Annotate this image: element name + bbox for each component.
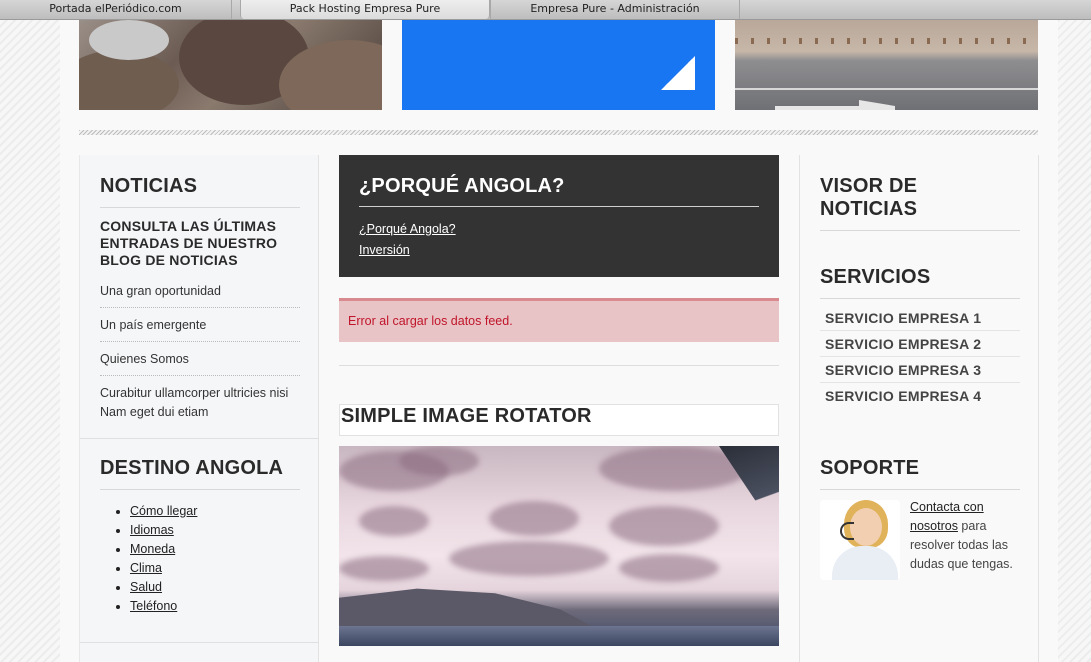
destino-title: DESTINO ANGOLA [100,457,300,490]
banner-image-rocks[interactable] [79,20,382,110]
rotator-header: SIMPLE IMAGE ROTATOR [339,404,779,436]
porque-angola-widget: ¿PORQUÉ ANGOLA? ¿Porqué Angola? Inversió… [339,155,779,277]
angola-link-porque[interactable]: ¿Porqué Angola? [359,219,759,240]
soporte-widget: SOPORTE Contacta con nosotros para resol… [820,457,1020,588]
destino-link-como-llegar[interactable]: Cómo llegar [130,504,197,518]
feed-error-message: Error al cargar los datos feed. [339,298,779,342]
divider [80,642,319,643]
list-item[interactable]: Curabitur ullamcorper ultricies nisi Nam… [100,376,300,428]
corner-arrow-icon [661,56,695,90]
browser-tab-pack-hosting[interactable]: Pack Hosting Empresa Pure [240,0,490,19]
visor-widget: VISOR DE NOTICIAS [820,175,1020,231]
browser-tab-administracion[interactable]: Empresa Pure - Administración [490,0,740,19]
servicios-list: SERVICIO EMPRESA 1 SERVICIO EMPRESA 2 SE… [820,305,1020,408]
destino-widget: DESTINO ANGOLA Cómo llegar Idiomas Moned… [100,457,300,616]
angola-title: ¿PORQUÉ ANGOLA? [359,175,759,207]
left-sidebar: NOTICIAS CONSULTA LAS ÚLTIMAS ENTRADAS D… [79,155,319,662]
list-item[interactable]: Una gran oportunidad [100,274,300,308]
divider [80,438,319,439]
coast-shape [339,588,599,630]
list-item[interactable]: Quienes Somos [100,342,300,376]
servicio-item-3[interactable]: SERVICIO EMPRESA 3 [820,357,1020,383]
servicio-item-4[interactable]: SERVICIO EMPRESA 4 [820,383,1020,408]
destino-list: Cómo llegar Idiomas Moneda Clima Salud T… [100,502,300,616]
destino-link-salud[interactable]: Salud [130,580,162,594]
servicios-title: SERVICIOS [820,266,1020,299]
browser-tab-portada[interactable]: Portada elPeriódico.com [0,0,232,19]
visor-title: VISOR DE NOTICIAS [820,175,1020,231]
sea-shape [339,626,779,646]
list-item: Moneda [130,540,300,559]
destino-link-moneda[interactable]: Moneda [130,542,175,556]
servicios-widget: SERVICIOS SERVICIO EMPRESA 1 SERVICIO EM… [820,266,1020,408]
destino-link-idiomas[interactable]: Idiomas [130,523,174,537]
page-container: NOTICIAS CONSULTA LAS ÚLTIMAS ENTRADAS D… [60,20,1058,662]
rotator-image[interactable] [339,446,779,646]
noticias-subhead: CONSULTA LAS ÚLTIMAS ENTRADAS DE NUESTRO… [100,218,278,268]
destino-link-clima[interactable]: Clima [130,561,162,575]
list-item: Idiomas [130,521,300,540]
divider [339,365,779,366]
soporte-content: Contacta con nosotros para resolver toda… [820,498,1020,588]
soporte-title: SOPORTE [820,457,1020,490]
browser-tab-bar: Portada elPeriódico.com Pack Hosting Emp… [0,0,1091,20]
servicio-item-1[interactable]: SERVICIO EMPRESA 1 [820,305,1020,331]
section-divider [79,130,1038,135]
banner-image-blue[interactable] [402,20,715,110]
noticias-list: Una gran oportunidad Un país emergente Q… [100,274,300,428]
list-item: Clima [130,559,300,578]
sail-shape [719,446,779,536]
list-item: Cómo llegar [130,502,300,521]
list-item[interactable]: Un país emergente [100,308,300,342]
servicio-item-2[interactable]: SERVICIO EMPRESA 2 [820,331,1020,357]
destino-link-telefono[interactable]: Teléfono [130,599,177,613]
list-item: Teléfono [130,597,300,616]
noticias-title: NOTICIAS [100,175,300,208]
rotator-title: SIMPLE IMAGE ROTATOR [341,405,592,427]
angola-link-inversion[interactable]: Inversión [359,240,759,261]
banner-image-street[interactable] [735,20,1038,110]
right-sidebar: VISOR DE NOTICIAS SERVICIOS SERVICIO EMP… [799,155,1039,662]
support-agent-photo [820,500,900,580]
soporte-text: Contacta con nosotros para resolver toda… [910,498,1025,574]
list-item: Salud [130,578,300,597]
noticias-widget: NOTICIAS CONSULTA LAS ÚLTIMAS ENTRADAS D… [100,175,300,428]
angola-links: ¿Porqué Angola? Inversión [359,219,759,261]
